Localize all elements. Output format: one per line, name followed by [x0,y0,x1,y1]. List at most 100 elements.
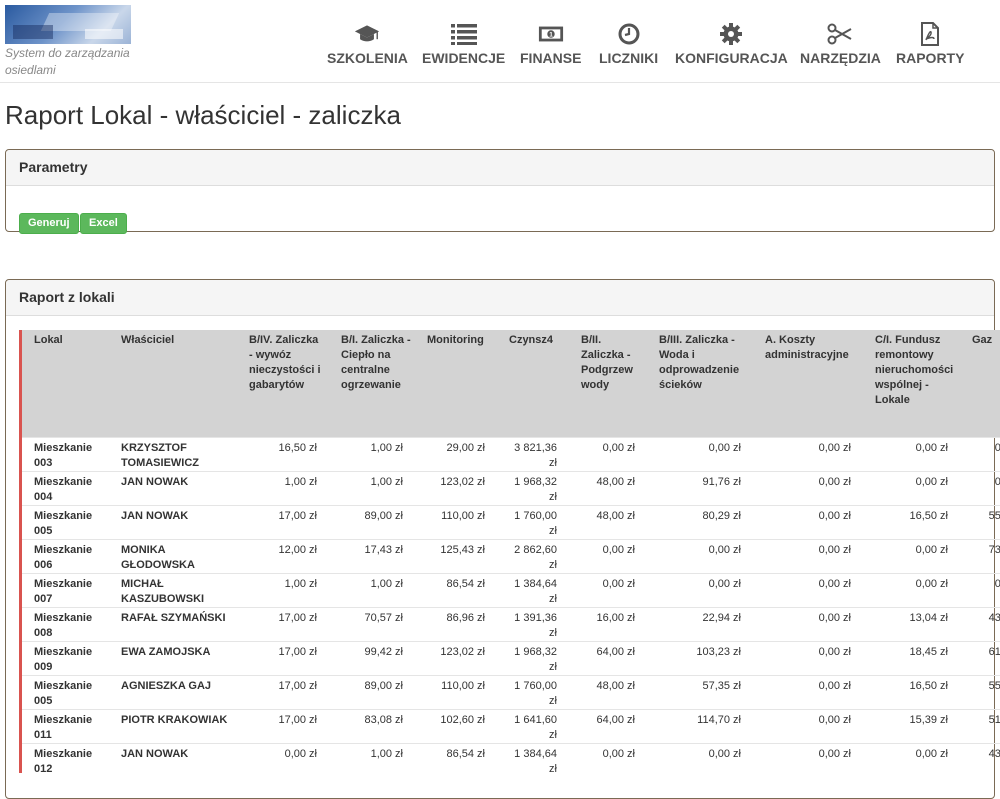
cell-lokal: Mieszkanie 007 [22,572,109,607]
column-header-monitoring[interactable]: Monitoring [415,330,497,437]
cell-heating: 1,00 zł [329,572,415,607]
cell-monitoring: 125,43 zł [415,538,497,573]
cell-admin-costs: 0,00 zł [753,708,863,743]
cell-gas: 0,0 [960,470,1000,505]
column-header-gas[interactable]: Gaz [960,330,1000,437]
nav-item-liczniki[interactable]: LICZNIKI [599,22,658,70]
svg-text:1: 1 [549,31,553,38]
cell-admin-costs: 0,00 zł [753,504,863,539]
column-header-heating[interactable]: B/I. Zaliczka - Ciepło na centralne ogrz… [329,330,415,437]
cell-owner: MONIKA GŁODOWSKA [109,538,237,573]
cell-gas: 61,5 [960,640,1000,675]
nav-item-ewidencje[interactable]: EWIDENCJE [422,22,505,70]
table-row[interactable]: Mieszkanie 008 RAFAŁ SZYMAŃSKI 17,00 zł 70,… [22,606,1000,641]
cell-owner: MICHAŁ KASZUBOWSKI [109,572,237,607]
app-logo[interactable] [5,5,131,44]
cell-renovation-fund: 13,04 zł [863,606,960,641]
cell-owner: JAN NOWAK [109,742,237,773]
nav-item-konfiguracja[interactable]: KONFIGURACJA [675,22,788,70]
column-header-waste[interactable]: B/IV. Zaliczka - wywóz nieczystości i ga… [237,330,329,437]
cell-waste: 17,00 zł [237,674,329,709]
cell-heating: 1,00 zł [329,470,415,505]
cell-gas: 55,0 [960,504,1000,539]
list-icon [450,22,477,46]
cell-hot-water: 64,00 zł [569,708,647,743]
cell-hot-water: 48,00 zł [569,504,647,539]
nav-item-finanse[interactable]: 1 FINANSE [520,22,581,70]
report-panel-title: Raport z lokali [6,280,994,316]
cell-heating: 89,00 zł [329,674,415,709]
generate-button[interactable]: Generuj [19,213,79,234]
cell-rent: 3 821,36 zł [497,436,569,471]
column-header-renovation-fund[interactable]: C/I. Fundusz remontowy nieruchomości wsp… [863,330,960,437]
cell-heating: 83,08 zł [329,708,415,743]
cell-heating: 89,00 zł [329,504,415,539]
cell-water-sewage: 114,70 zł [647,708,753,743]
nav-label: LICZNIKI [599,50,659,66]
nav-item-raporty[interactable]: RAPORTY [896,22,964,70]
report-table-container[interactable]: Lokal Właściciel B/IV. Zaliczka - wywóz … [19,330,1000,773]
cell-waste: 1,00 zł [237,470,329,505]
nav-label: FINANSE [520,50,582,66]
column-header-hot-water[interactable]: B/II. Zaliczka - Podgrzew wody [569,330,647,437]
table-row[interactable]: Mieszkanie 005 JAN NOWAK 17,00 zł 89,00 zł 1… [22,504,1000,539]
cell-owner: RAFAŁ SZYMAŃSKI [109,606,237,641]
cell-water-sewage: 57,35 zł [647,674,753,709]
excel-button[interactable]: Excel [80,213,127,234]
nav-label: KONFIGURACJA [675,50,788,66]
cell-owner: EWA ZAMOJSKA [109,640,237,675]
nav-label: NARZĘDZIA [800,50,881,66]
cell-water-sewage: 22,94 zł [647,606,753,641]
column-header-water-sewage[interactable]: B/III. Zaliczka - Woda i odprowadzenie ś… [647,330,753,437]
cell-water-sewage: 0,00 zł [647,436,753,471]
cell-admin-costs: 0,00 zł [753,538,863,573]
cell-monitoring: 86,54 zł [415,742,497,773]
table-row[interactable]: Mieszkanie 006 MONIKA GŁODOWSKA 12,00 zł 17… [22,538,1000,573]
column-header-rent[interactable]: Czynsz4 [497,330,569,437]
cell-monitoring: 123,02 zł [415,470,497,505]
cell-rent: 1 384,64 zł [497,572,569,607]
cell-owner: KRZYSZTOF TOMASIEWICZ [109,436,237,471]
table-row[interactable]: Mieszkanie 011 PIOTR KRAKOWIAK 17,00 zł 83,… [22,708,1000,743]
cell-owner: AGNIESZKA GAJ [109,674,237,709]
cell-heating: 1,00 zł [329,742,415,773]
cell-gas: 73,5 [960,538,1000,573]
cell-lokal: Mieszkanie 003 [22,436,109,471]
table-row[interactable]: Mieszkanie 009 EWA ZAMOJSKA 17,00 zł 99,42 … [22,640,1000,675]
table-row[interactable]: Mieszkanie 012 JAN NOWAK 0,00 zł 1,00 zł 86,… [22,742,1000,773]
cell-water-sewage: 103,23 zł [647,640,753,675]
cell-rent: 1 968,32 zł [497,470,569,505]
graduation-cap-icon [354,22,380,46]
column-header-lokal[interactable]: Lokal [22,330,109,437]
table-row[interactable]: Mieszkanie 004 JAN NOWAK 1,00 zł 1,00 zł 123… [22,470,1000,505]
report-table: Lokal Właściciel B/IV. Zaliczka - wywóz … [22,330,1000,773]
cell-lokal: Mieszkanie 009 [22,640,109,675]
nav-label: EWIDENCJE [422,50,506,66]
cell-renovation-fund: 16,50 zł [863,504,960,539]
cell-lokal: Mieszkanie 004 [22,470,109,505]
table-row[interactable]: Mieszkanie 003 KRZYSZTOF TOMASIEWICZ 16,50… [22,436,1000,471]
table-row[interactable]: Mieszkanie 005 AGNIESZKA GAJ 17,00 zł 89,00… [22,674,1000,709]
app-tagline: System do zarządzania osiedlami [5,46,130,77]
cell-monitoring: 29,00 zł [415,436,497,471]
parameters-panel: Parametry Generuj Excel [5,149,995,234]
cell-waste: 16,50 zł [237,436,329,471]
nav-item-szkolenia[interactable]: SZKOLENIA [327,22,408,70]
cell-admin-costs: 0,00 zł [753,436,863,471]
cell-monitoring: 86,54 zł [415,572,497,607]
cell-monitoring: 110,00 zł [415,674,497,709]
cell-admin-costs: 0,00 zł [753,674,863,709]
top-navbar: System do zarządzania osiedlami SZKOLENI… [0,0,1000,83]
cell-renovation-fund: 18,45 zł [863,640,960,675]
nav-item-narzedzia[interactable]: NARZĘDZIA [800,22,881,70]
column-header-owner[interactable]: Właściciel [109,330,237,437]
cell-hot-water: 0,00 zł [569,742,647,773]
table-row[interactable]: Mieszkanie 007 MICHAŁ KASZUBOWSKI 1,00 zł 1… [22,572,1000,607]
cell-rent: 1 384,64 zł [497,742,569,773]
cell-lokal: Mieszkanie 008 [22,606,109,641]
nav-label: RAPORTY [896,50,965,66]
cell-lokal: Mieszkanie 005 [22,504,109,539]
clock-icon [616,22,642,46]
column-header-admin-costs[interactable]: A. Koszty administracyjne [753,330,863,437]
cell-water-sewage: 0,00 zł [647,572,753,607]
